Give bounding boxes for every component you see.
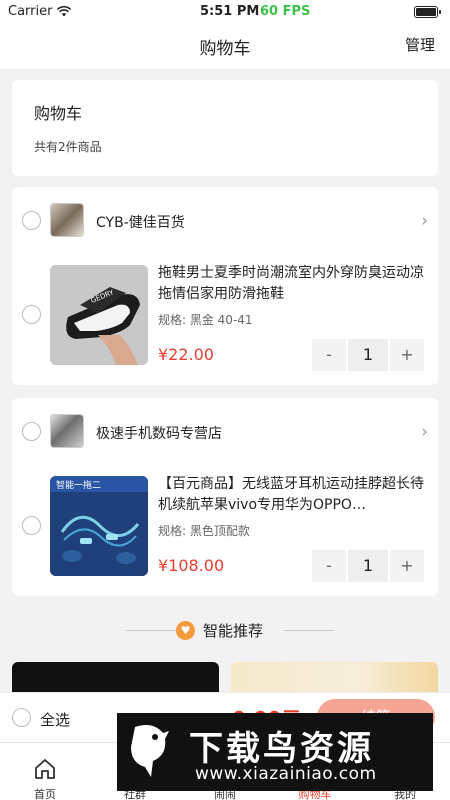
manage-button[interactable]: 管理 (405, 34, 435, 55)
watermark-url: www.xiazainiao.com (195, 764, 377, 784)
recommended-product-image[interactable] (231, 662, 438, 692)
page-title: 购物车 (199, 39, 251, 59)
store-name[interactable]: 极速手机数码专营店 (96, 423, 222, 443)
decrease-button[interactable]: - (312, 339, 346, 371)
store-header[interactable]: CYB-健佳百货 › (12, 201, 438, 241)
product-spec[interactable]: 规格: 黑金 40-41 (158, 311, 253, 328)
quantity-value[interactable]: 1 (348, 339, 388, 371)
product-title[interactable]: 【百元商品】无线蓝牙耳机运动挂脖超长待机续航苹果vivo专用华为OPPO… (158, 474, 428, 516)
carrier-label: Carrier (8, 4, 53, 19)
increase-button[interactable]: + (390, 550, 424, 582)
tab-label: 首页 (34, 788, 56, 800)
status-bar: Carrier 5:51 PM 60 FPS (0, 0, 450, 24)
store-avatar (50, 203, 84, 237)
recommend-header: ♥ 智能推荐 (0, 618, 450, 642)
cart-summary-card: 购物车 共有2件商品 (12, 80, 438, 176)
store-name[interactable]: CYB-健佳百货 (96, 212, 185, 232)
bird-logo-icon (131, 725, 169, 777)
product-image[interactable]: 智能一拖二 (50, 476, 148, 576)
recommended-product-image[interactable] (12, 662, 219, 692)
battery-icon (414, 6, 441, 18)
home-icon (35, 759, 55, 779)
watermark: 下载鸟资源 www.xiazainiao.com (117, 713, 433, 791)
store-select-radio[interactable] (22, 211, 41, 230)
clock: 5:51 PM (200, 4, 260, 19)
quantity-value[interactable]: 1 (348, 550, 388, 582)
divider (284, 630, 334, 631)
quantity-stepper: - 1 + (312, 550, 424, 582)
summary-title: 购物车 (34, 104, 83, 123)
select-all-radio[interactable] (12, 708, 31, 727)
chevron-right-icon[interactable]: › (421, 211, 428, 231)
product-image-caption: 智能一拖二 (56, 481, 102, 491)
product-spec[interactable]: 规格: 黑色顶配款 (158, 522, 250, 539)
item-count: 共有2件商品 (34, 140, 102, 154)
tab-home[interactable]: 首页 (0, 743, 90, 800)
divider (126, 630, 176, 631)
product-price: ¥22.00 (158, 345, 214, 364)
chevron-right-icon[interactable]: › (421, 422, 428, 442)
product-title[interactable]: 拖鞋男士夏季时尚潮流室内外穿防臭运动凉拖情侣家用防滑拖鞋 (158, 263, 428, 305)
store-card-2: 极速手机数码专营店 › 智能一拖二 【百元商品】无线蓝牙耳机运动挂脖超长待机续航… (12, 398, 438, 596)
decrease-button[interactable]: - (312, 550, 346, 582)
nav-bar: 购物车 管理 (0, 24, 450, 70)
carrier-group: Carrier (8, 4, 72, 19)
quantity-stepper: - 1 + (312, 339, 424, 371)
fps-counter: 60 FPS (260, 4, 311, 19)
store-card-1: CYB-健佳百货 › GEDRY 拖鞋男士夏季时尚潮流室内外穿防臭运动凉拖情侣家… (12, 187, 438, 385)
store-avatar (50, 414, 84, 448)
select-all-label[interactable]: 全选 (40, 709, 70, 730)
heart-icon: ♥ (176, 621, 195, 640)
increase-button[interactable]: + (390, 339, 424, 371)
product-select-radio[interactable] (22, 305, 41, 324)
product-price: ¥108.00 (158, 556, 225, 575)
product-select-radio[interactable] (22, 516, 41, 535)
watermark-text: 下载鸟资源 (189, 729, 374, 769)
store-select-radio[interactable] (22, 422, 41, 441)
store-header[interactable]: 极速手机数码专营店 › (12, 412, 438, 452)
recommend-title: 智能推荐 (203, 622, 264, 640)
wifi-icon (57, 6, 72, 17)
product-image[interactable]: GEDRY (50, 265, 148, 365)
